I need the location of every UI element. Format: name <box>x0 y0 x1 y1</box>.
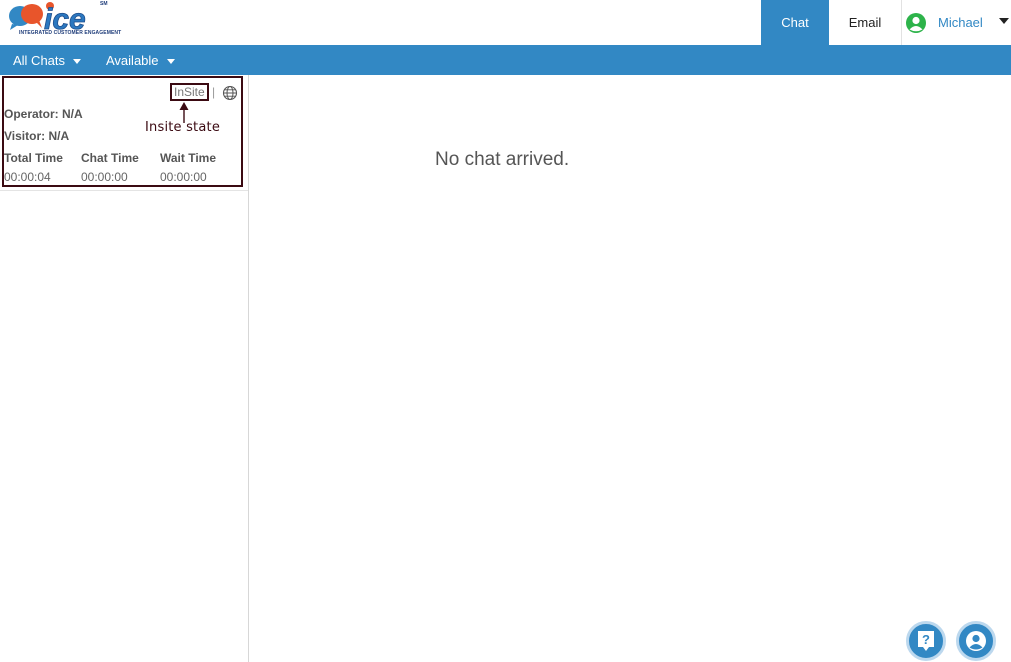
insite-state-badge: InSite <box>170 83 209 101</box>
chevron-down-icon[interactable] <box>999 18 1009 24</box>
insite-state-annotation: Insite state <box>145 120 221 135</box>
list-divider <box>0 190 248 191</box>
total-time-value: 00:00:04 <box>4 170 51 184</box>
availability-label: Available <box>106 52 159 68</box>
operator-label: Operator: N/A <box>4 107 83 121</box>
profile-button[interactable] <box>956 621 996 661</box>
chat-list-sidebar: InSite | Insite state Operator: N/A Visi… <box>0 75 249 662</box>
chevron-down-icon <box>166 58 175 64</box>
sub-navigation: All Chats Available <box>0 45 1011 75</box>
user-name: Michael <box>938 15 983 30</box>
visitor-label: Visitor: N/A <box>4 129 70 143</box>
tab-email[interactable]: Email <box>829 0 902 45</box>
chevron-down-icon <box>73 58 82 64</box>
all-chats-label: All Chats <box>13 52 66 68</box>
top-header: ice SM INTEGRATED CUSTOMER ENGAGEMENT Ch… <box>0 0 1011 45</box>
logo-tagline: INTEGRATED CUSTOMER ENGAGEMENT <box>19 30 122 36</box>
chat-time-label: Chat Time <box>81 151 139 165</box>
all-chats-dropdown[interactable]: All Chats <box>13 45 82 75</box>
state-separator: | <box>212 85 216 99</box>
help-button[interactable]: ? <box>906 621 946 661</box>
user-status-icon <box>906 12 926 33</box>
help-icon: ? <box>918 631 934 651</box>
wait-time-label: Wait Time <box>160 151 217 165</box>
chat-main-panel: No chat arrived. <box>249 75 1011 662</box>
logo-trademark: SM <box>100 1 108 7</box>
availability-dropdown[interactable]: Available <box>106 45 175 75</box>
empty-state-message: No chat arrived. <box>435 149 570 170</box>
chat-time-value: 00:00:00 <box>81 170 128 184</box>
user-profile-icon <box>966 631 986 651</box>
globe-icon[interactable] <box>222 85 238 101</box>
svg-text:?: ? <box>922 632 930 647</box>
wait-time-value: 00:00:00 <box>160 170 207 184</box>
total-time-label: Total Time <box>4 151 63 165</box>
ice-logo[interactable]: ice SM INTEGRATED CUSTOMER ENGAGEMENT <box>6 0 121 40</box>
tab-chat[interactable]: Chat <box>761 0 829 45</box>
chat-list-item[interactable]: InSite | Insite state Operator: N/A Visi… <box>2 76 243 187</box>
user-menu[interactable]: Michael <box>903 0 1011 45</box>
